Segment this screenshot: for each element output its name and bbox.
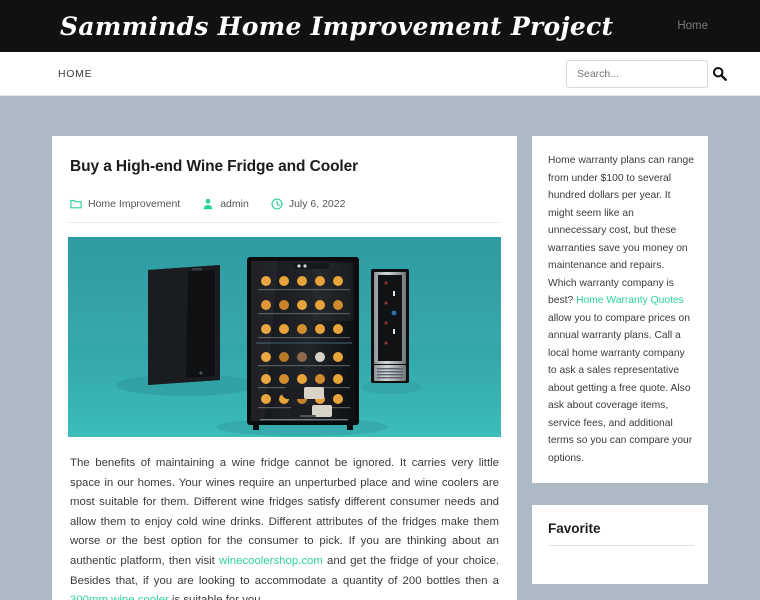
post-author-label: admin [220, 198, 249, 210]
post-text-3: is suitable for you. [169, 594, 264, 600]
post-meta: Home Improvement admin July 6, 2022 [68, 198, 501, 223]
widget-text-2: allow you to compare prices on annual wa… [548, 312, 693, 464]
post-category-label: Home Improvement [88, 198, 181, 210]
widget-text-1: Home warranty plans can range from under… [548, 155, 694, 306]
wine-fridges-illustration [68, 237, 501, 437]
header-nav: Home [677, 20, 708, 32]
header-nav-item-home[interactable]: Home [677, 20, 708, 32]
post-paragraph: The benefits of maintaining a wine fridg… [68, 454, 501, 600]
post-text-1: The benefits of maintaining a wine fridg… [70, 457, 499, 568]
nav-item-home[interactable]: HOME [58, 68, 92, 80]
post-date-label: July 6, 2022 [288, 198, 346, 210]
page-body: Buy a High-end Wine Fridge and Cooler Ho… [0, 96, 760, 600]
featured-image[interactable] [68, 237, 501, 437]
post-author[interactable]: admin [202, 198, 249, 210]
site-logo[interactable]: Samminds Home Improvement Project [60, 12, 613, 41]
post-date[interactable]: July 6, 2022 [271, 198, 346, 210]
page-title: Buy a High-end Wine Fridge and Cooler [70, 158, 359, 175]
search-input[interactable] [577, 67, 712, 80]
post-link-300mm-wine-cooler[interactable]: 300mm wine cooler [70, 594, 169, 600]
article-card: Buy a High-end Wine Fridge and Cooler Ho… [52, 136, 517, 600]
search-button[interactable] [712, 66, 727, 82]
post-link-winecoolershop[interactable]: winecoolershop.com [219, 555, 323, 567]
widget-favorite-body [548, 546, 694, 568]
search-icon [712, 66, 727, 81]
folder-icon [70, 199, 82, 209]
main-navbar: HOME [0, 52, 760, 96]
widget-link-home-warranty-quotes[interactable]: Home Warranty Quotes [576, 295, 684, 306]
sidebar: Home warranty plans can range from under… [532, 136, 708, 600]
user-icon [203, 198, 213, 210]
widget-home-warranty: Home warranty plans can range from under… [532, 136, 708, 483]
main-nav-links: HOME [58, 68, 92, 80]
widget-favorite: Favorite [532, 505, 708, 584]
widget-home-warranty-text: Home warranty plans can range from under… [548, 152, 694, 467]
clock-icon [271, 198, 283, 210]
site-header: Samminds Home Improvement Project Home [0, 0, 760, 52]
post-category[interactable]: Home Improvement [70, 198, 180, 210]
widget-favorite-title: Favorite [548, 521, 694, 546]
search-box[interactable] [566, 59, 727, 88]
